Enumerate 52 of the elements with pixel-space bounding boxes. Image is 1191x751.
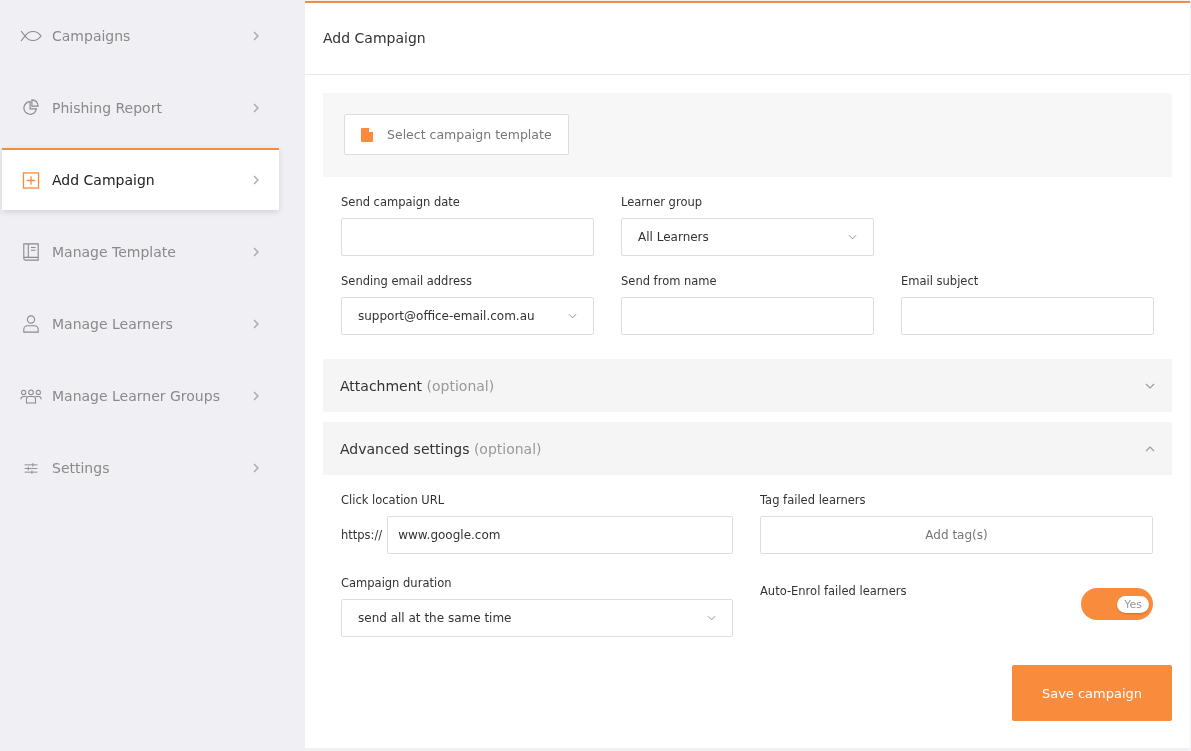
sidebar-item[interactable]: Phishing Report — [2, 76, 279, 138]
sidebar-item[interactable]: Campaigns — [2, 4, 279, 66]
sidebar-item[interactable]: Manage Learners — [2, 292, 279, 354]
chevron-right-icon — [253, 319, 259, 329]
toggle-switch[interactable]: Yes — [1081, 588, 1153, 620]
dropdown[interactable]: support@office-email.com.au — [341, 297, 594, 335]
section-title: Attachment (optional) — [340, 377, 495, 394]
sidebar-item[interactable]: Settings — [2, 436, 279, 498]
sidebar-item[interactable]: Add Campaign — [2, 148, 279, 210]
panel-title: Add Campaign — [305, 3, 1190, 75]
chevron-right-icon — [253, 103, 259, 113]
chevron-down-icon — [707, 615, 716, 621]
accordion-header[interactable]: Attachment (optional) — [323, 359, 1172, 412]
url-prefix: https:// — [341, 528, 383, 542]
field-label: Send campaign date — [341, 195, 461, 209]
chevron-right-icon — [253, 175, 259, 185]
dropdown[interactable]: send all at the same time — [341, 599, 733, 637]
input-field[interactable] — [341, 218, 594, 256]
section-title: Advanced settings (optional) — [340, 440, 542, 457]
chevron-right-icon — [253, 31, 259, 41]
pie-chart-icon — [20, 99, 42, 117]
chevron-down-icon — [1145, 382, 1155, 389]
url-input[interactable]: www.google.com — [387, 516, 733, 554]
field-label: Sending email address — [341, 274, 473, 288]
book-icon — [20, 243, 42, 261]
sidebar-item[interactable]: Manage Template — [2, 220, 279, 282]
field-label: Click location URL — [341, 493, 446, 507]
chevron-right-icon — [253, 391, 259, 401]
chevron-right-icon — [253, 463, 259, 473]
field-label: Auto-Enrol failed learners — [760, 584, 907, 598]
chevron-up-icon — [1145, 445, 1155, 452]
dropdown[interactable]: All Learners — [621, 218, 874, 256]
chevron-right-icon — [253, 247, 259, 257]
field-label: Send from name — [621, 274, 718, 288]
sidebar-item[interactable]: Manage Learner Groups — [2, 364, 279, 426]
field-label: Learner group — [621, 195, 703, 209]
field-label: Email subject — [901, 274, 980, 288]
input-field[interactable] — [901, 297, 1154, 335]
accordion-header[interactable]: Advanced settings (optional) — [323, 422, 1172, 475]
select-template-button[interactable]: Select campaign template — [344, 114, 569, 155]
chevron-down-icon — [568, 313, 577, 319]
chevron-down-icon — [848, 234, 857, 240]
user-icon — [20, 315, 42, 333]
save-campaign-button[interactable]: Save campaign — [1012, 665, 1172, 721]
group-icon — [20, 388, 42, 404]
document-icon — [361, 127, 373, 142]
field-label: Tag failed learners — [760, 493, 867, 507]
tag-input[interactable]: Add tag(s) — [760, 516, 1153, 554]
field-label: Campaign duration — [341, 576, 453, 590]
input-field[interactable] — [621, 297, 874, 335]
plus-square-icon — [20, 171, 42, 189]
fish-icon — [20, 30, 42, 42]
